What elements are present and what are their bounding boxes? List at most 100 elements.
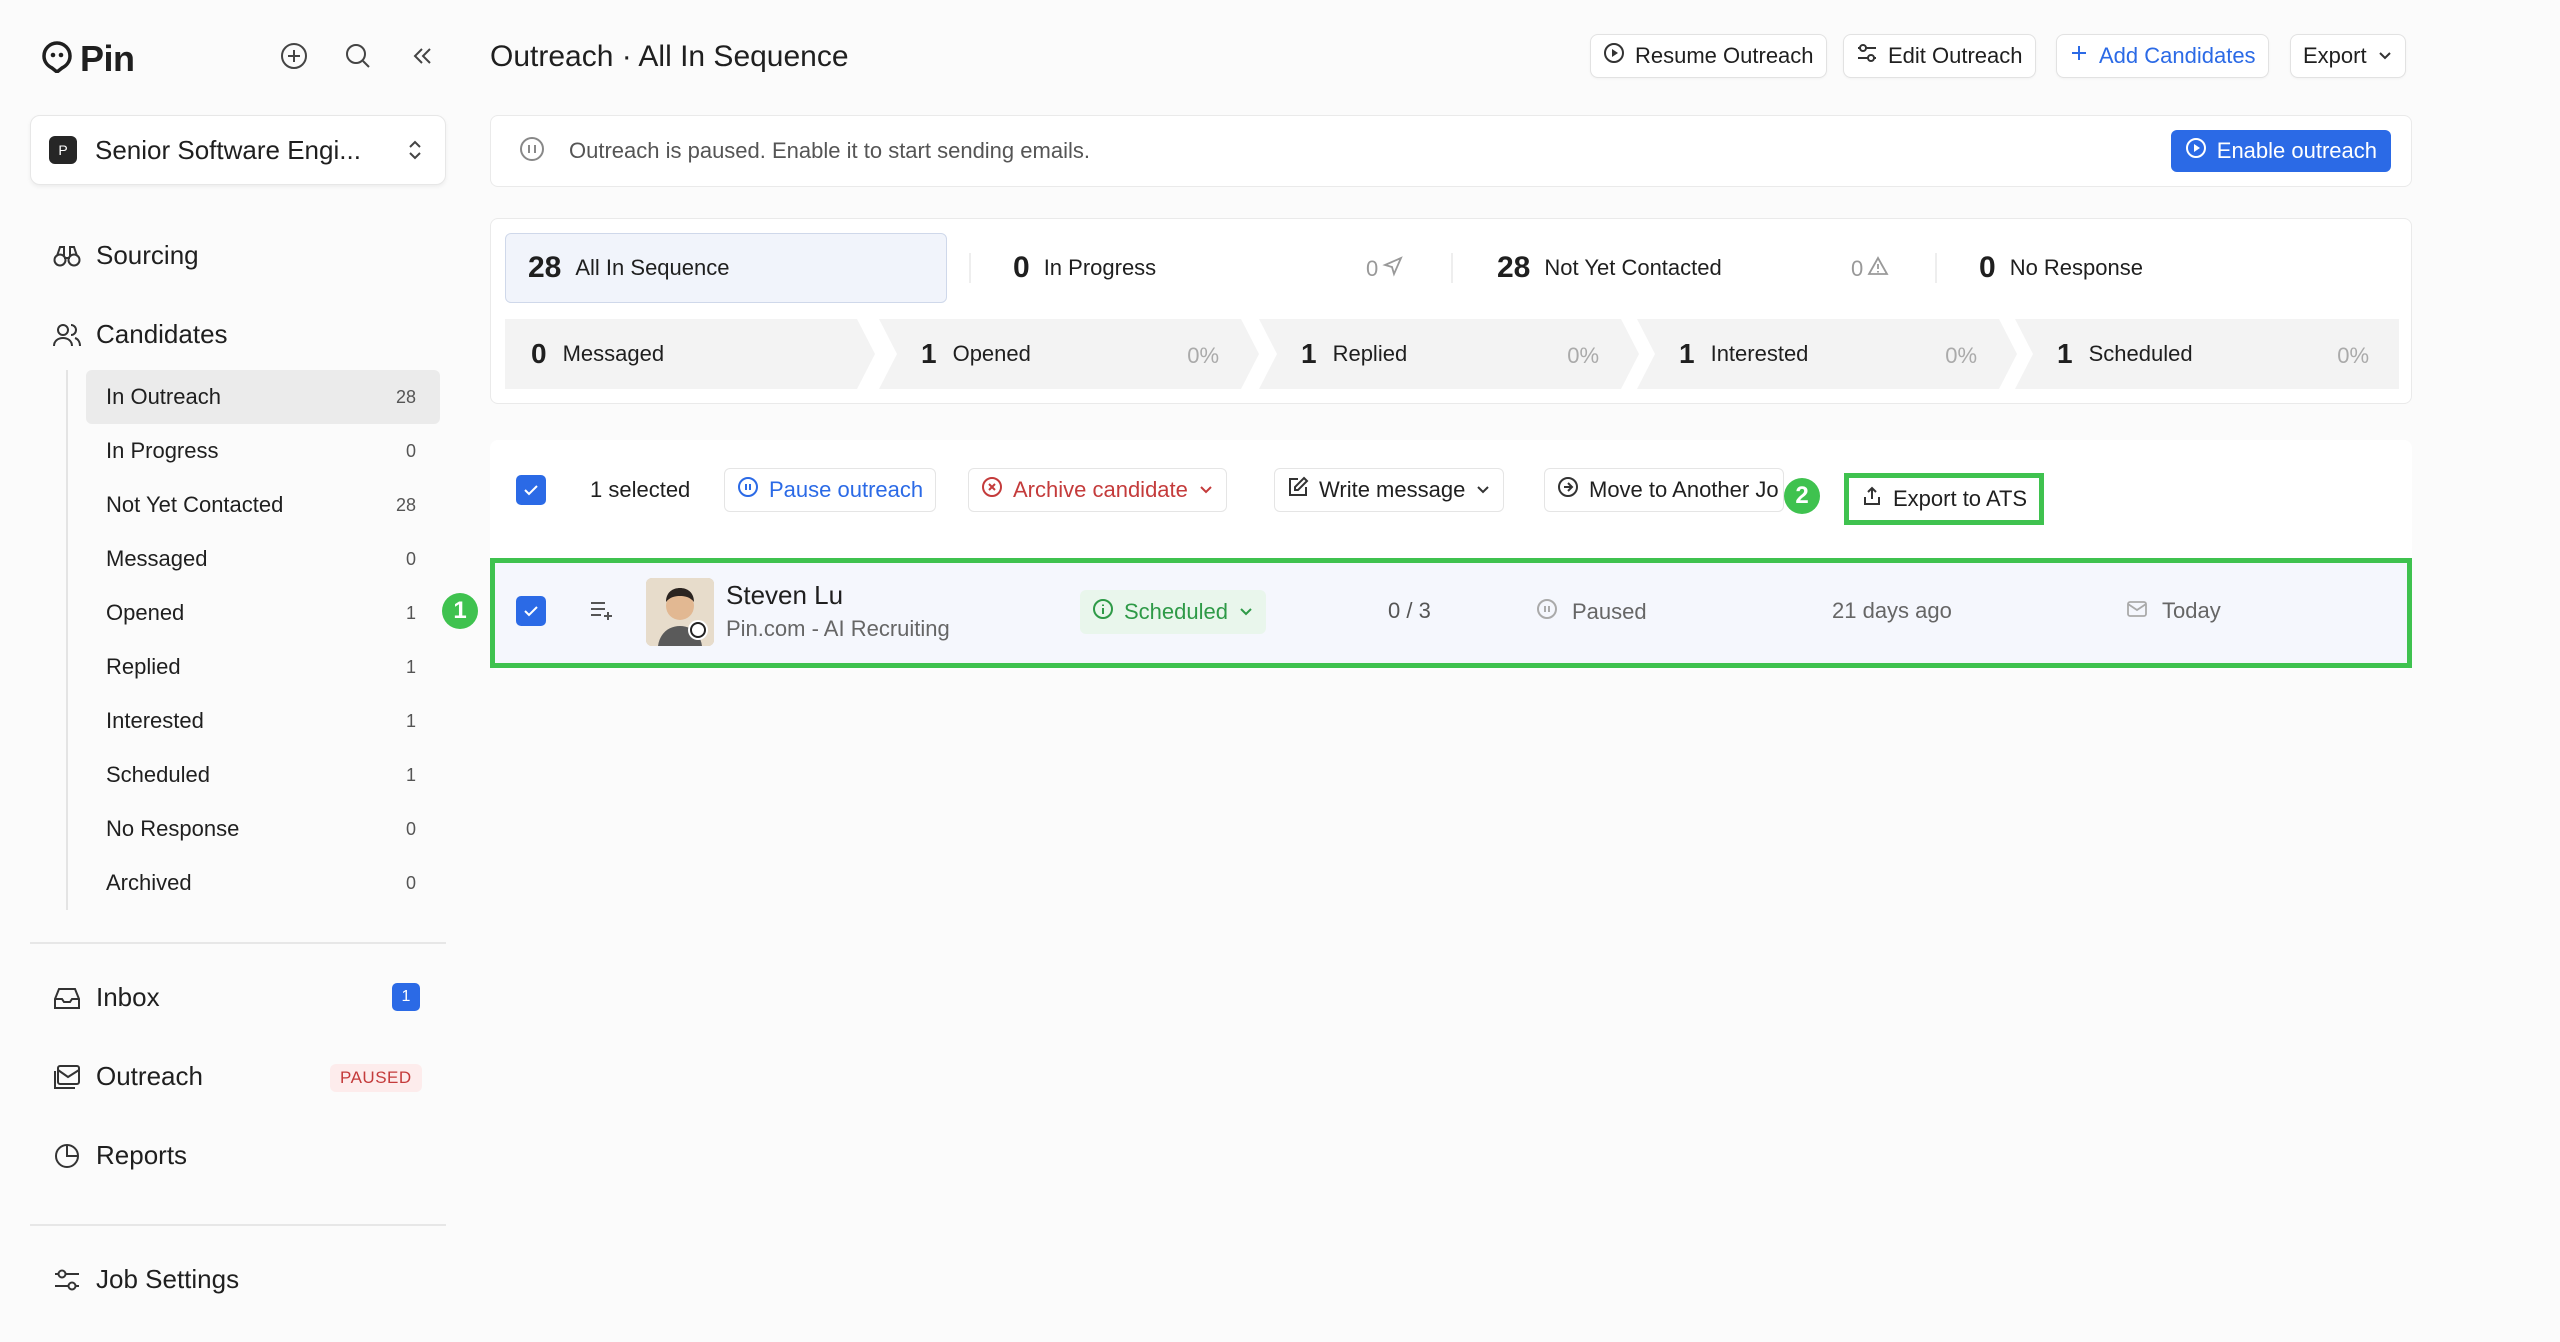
add-candidates-button[interactable]: Add Candidates [2056, 34, 2269, 78]
subnav-label: Not Yet Contacted [106, 492, 284, 517]
send-icon [1382, 255, 1404, 283]
subnav-count: 1 [405, 764, 416, 785]
export-to-ats-button[interactable]: Export to ATS [1844, 473, 2045, 525]
write-message-button[interactable]: Write message [1274, 468, 1505, 512]
subnav-opened[interactable]: Opened 1 1 [86, 586, 478, 640]
chevron-up-down-icon [403, 138, 427, 162]
stat-label: All In Sequence [575, 255, 730, 280]
funnel-scheduled[interactable]: 1 Scheduled 0% [2015, 319, 2399, 389]
sidebar: Pin P Senior Software Engi... Sourcing C… [0, 0, 478, 1342]
step-marker-1: 1 [442, 593, 478, 629]
stat-label: No Response [2009, 255, 2143, 280]
subnav-scheduled[interactable]: Scheduled 1 [86, 748, 440, 802]
binoculars-icon [52, 241, 82, 271]
nav-job-settings[interactable]: Job Settings [52, 1264, 239, 1295]
paused-banner: Outreach is paused. Enable it to start s… [490, 115, 2412, 187]
sliders-icon [1856, 42, 1878, 70]
subnav-count: 1 [405, 602, 416, 623]
nav-outreach[interactable]: Outreach [52, 1061, 203, 1092]
subnav-archived[interactable]: Archived 0 [86, 856, 440, 910]
stat-side-value: 0 [1851, 256, 1864, 281]
selected-count-label: 1 selected [590, 477, 691, 502]
funnel-number: 1 [1301, 338, 1317, 369]
funnel-percent: 0% [1567, 343, 1599, 368]
export-to-ats-label: Export to ATS [1893, 486, 2028, 511]
subnav-label: No Response [106, 816, 240, 841]
stat-all-in-sequence[interactable]: 28 All In Sequence [505, 233, 947, 303]
arrow-right-circle-icon [1557, 476, 1579, 504]
nav-reports-label: Reports [96, 1140, 188, 1170]
subnav-count: 28 [395, 494, 416, 515]
nav-sourcing[interactable]: Sourcing [52, 240, 199, 271]
add-to-sequence-icon[interactable] [588, 596, 616, 630]
edit-outreach-label: Edit Outreach [1888, 43, 2023, 68]
stat-number: 0 [1013, 251, 1030, 284]
candidate-name[interactable]: Steven Lu [726, 580, 843, 611]
pause-outreach-button[interactable]: Pause outreach [724, 468, 937, 512]
subnav-interested[interactable]: Interested 1 [86, 694, 440, 748]
funnel-number: 1 [1679, 338, 1695, 369]
warning-triangle-icon [1867, 255, 1889, 283]
subnav-label: Archived [106, 870, 192, 895]
export-button[interactable]: Export [2290, 34, 2406, 78]
funnel-messaged[interactable]: 0 Messaged [505, 319, 875, 389]
stat-separator [969, 253, 971, 283]
inbox-icon [52, 983, 82, 1013]
chevron-down-icon [1475, 477, 1491, 503]
subnav-not-yet-contacted[interactable]: Not Yet Contacted 28 [86, 478, 440, 532]
stat-label: Not Yet Contacted [1544, 255, 1722, 280]
subnav-label: Messaged [106, 546, 208, 571]
archive-candidate-button[interactable]: Archive candidate [968, 468, 1227, 512]
pause-circle-icon [737, 476, 759, 504]
nav-candidates-label: Candidates [96, 319, 228, 349]
subnav-label: Scheduled [106, 762, 210, 787]
resume-outreach-button[interactable]: Resume Outreach [1590, 34, 1827, 78]
added-date: 21 days ago [1832, 598, 1952, 623]
collapse-sidebar-icon[interactable] [404, 38, 440, 74]
checkbox-checked-icon [516, 475, 546, 505]
funnel-interested[interactable]: 1 Interested 0% [1637, 319, 2017, 389]
move-to-another-job-button[interactable]: Move to Another Jo [1544, 468, 1784, 512]
plus-icon [2069, 43, 2089, 69]
subnav-replied[interactable]: Replied 1 [86, 640, 440, 694]
funnel-opened[interactable]: 1 Opened 0% [879, 319, 1259, 389]
stat-no-response[interactable]: 0 No Response [1957, 233, 2143, 303]
stat-in-progress[interactable]: 0 In Progress [991, 233, 1156, 303]
funnel-replied[interactable]: 1 Replied 0% [1259, 319, 1639, 389]
funnel-label: Opened [952, 341, 1031, 366]
funnel-percent: 0% [1187, 343, 1219, 368]
subnav-count: 0 [405, 872, 416, 893]
funnel-percent: 0% [1945, 343, 1977, 368]
move-to-another-job-label: Move to Another Jo [1589, 477, 1779, 502]
logo[interactable]: Pin [42, 38, 135, 80]
select-all-checkbox[interactable] [516, 468, 546, 512]
stat-separator [1935, 253, 1937, 283]
status-label: Scheduled [1124, 599, 1228, 624]
funnel-label: Replied [1332, 341, 1408, 366]
subnav-no-response[interactable]: No Response 0 [86, 802, 440, 856]
funnel-label: Messaged [562, 341, 665, 366]
row-checkbox[interactable] [516, 596, 546, 626]
subnav-in-progress[interactable]: In Progress 0 [86, 424, 440, 478]
sidebar-divider [30, 1224, 446, 1226]
nav-reports[interactable]: Reports [52, 1140, 187, 1171]
add-circle-icon[interactable] [276, 38, 312, 74]
job-selector[interactable]: P Senior Software Engi... [30, 115, 446, 185]
subnav-messaged[interactable]: Messaged 0 [86, 532, 440, 586]
subnav-label: Interested [106, 708, 204, 733]
edit-outreach-button[interactable]: Edit Outreach [1843, 34, 2036, 78]
stat-not-yet-contacted[interactable]: 28 Not Yet Contacted [1475, 233, 1722, 303]
subnav-count: 0 [405, 818, 416, 839]
subnav-in-outreach[interactable]: In Outreach 28 [86, 370, 440, 424]
sequence-stats: 28 All In Sequence 0 In Progress 0 28 No… [490, 218, 2412, 404]
search-icon[interactable] [340, 38, 376, 74]
enable-outreach-button[interactable]: Enable outreach [2170, 130, 2391, 172]
nav-candidates[interactable]: Candidates [52, 319, 228, 350]
users-icon [52, 320, 82, 350]
status-dropdown[interactable]: Scheduled [1080, 590, 1266, 634]
funnel-number: 0 [531, 338, 547, 369]
subnav-label: Replied [106, 654, 181, 679]
table-row[interactable] [490, 558, 2412, 668]
resume-outreach-label: Resume Outreach [1635, 43, 1814, 68]
nav-inbox[interactable]: Inbox [52, 982, 160, 1013]
